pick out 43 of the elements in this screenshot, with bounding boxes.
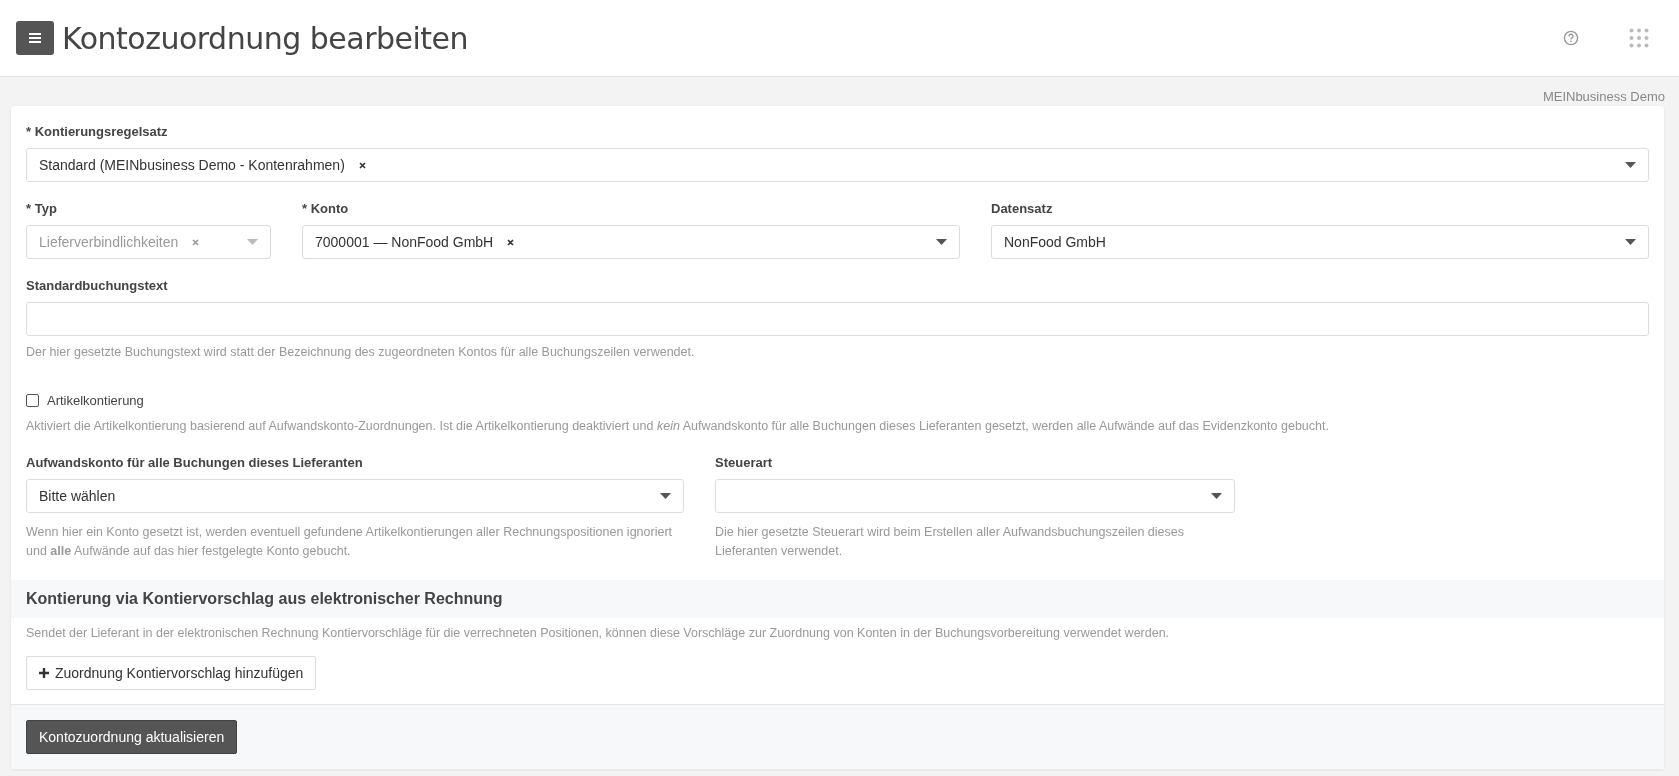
caret-icon bbox=[936, 239, 947, 245]
field-label: Aufwandskonto für alle Buchungen dieses Lieferanten bbox=[26, 455, 364, 470]
help-text: Der hier gesetzte Buchungstext wird statt der Bezeichnung des zugeordneten Kontos für alle Buchungszeilen verwendet. bbox=[26, 344, 696, 361]
caret-icon bbox=[247, 239, 258, 245]
company-name: MEINbusiness Demo bbox=[1542, 89, 1665, 104]
caret-icon bbox=[1625, 162, 1636, 168]
page-title: Kontozuordnung bearbeiten bbox=[62, 20, 469, 56]
field-label: Datensatz bbox=[991, 201, 1054, 216]
select-field[interactable]: Bitte wählen bbox=[26, 479, 684, 513]
help-text: Wenn hier ein Konto gesetzt ist, werden eventuell gefundene Artikelkontierungen aller Rechnungspositionen ignoriert und alle Aufwände auf das hier festgelegte Konto gebucht. bbox=[26, 524, 673, 560]
select-field[interactable]: Standard (MEINbusiness Demo - Kontenrahmen) bbox=[26, 148, 1649, 182]
clear-icon[interactable] bbox=[507, 238, 515, 246]
caret-icon bbox=[1211, 493, 1222, 499]
select-field[interactable] bbox=[715, 479, 1235, 513]
update-button[interactable]: Kontozuordnung aktualisieren bbox=[26, 720, 238, 754]
apps-grid-icon[interactable] bbox=[1629, 28, 1649, 48]
plus-icon bbox=[39, 668, 49, 678]
help-text: Aktiviert die Artikelkontierung basierend auf Aufwandskonto-Zuordnungen. Ist die Artikelkontierung deaktiviert und kein Aufwandskonto für alle Buchungen dieses Lieferanten gesetzt, werden alle Aufwände auf das Evidenzkonto gebucht. bbox=[26, 418, 1330, 435]
help-text: Die hier gesetzte Steuerart wird beim Erstellen aller Aufwandsbuchungszeilen dieses Lieferanten verwendet. bbox=[715, 524, 1185, 560]
menu-button[interactable] bbox=[16, 21, 54, 55]
select-value: Standard (MEINbusiness Demo - Kontenrahmen) bbox=[39, 157, 345, 173]
field-label: Steuerart bbox=[715, 455, 774, 470]
menu-icon bbox=[29, 33, 41, 43]
select-value: Lieferverbindlichkeiten bbox=[39, 234, 179, 250]
field-label: Standardbuchungstext bbox=[26, 278, 169, 293]
section-title: Kontierung via Kontiervorschlag aus elektronischer Rechnung bbox=[26, 590, 504, 608]
field-label: * Typ bbox=[26, 201, 58, 216]
help-text: Sendet der Lieferant in der elektronischen Rechnung Kontiervorschläge für die verrechneten Positionen, können diese Vorschläge zur Zuordnung von Konten in der Buchungsvorbereitung verwendet werden. bbox=[26, 625, 1171, 642]
caret-icon bbox=[660, 493, 671, 499]
select-value: 7000001 — NonFood GmbH bbox=[315, 234, 494, 250]
select-value: NonFood GmbH bbox=[1004, 234, 1106, 250]
checkbox[interactable] bbox=[26, 394, 39, 407]
checkbox-label: Artikelkontierung bbox=[47, 393, 144, 408]
select-value: Bitte wählen bbox=[39, 488, 116, 504]
select-field[interactable]: NonFood GmbH bbox=[991, 225, 1649, 259]
help-icon[interactable] bbox=[1563, 30, 1579, 46]
field-label: * Konto bbox=[302, 201, 350, 216]
clear-icon[interactable] bbox=[358, 161, 366, 169]
caret-icon bbox=[1625, 239, 1636, 245]
field-label: * Kontierungsregelsatz bbox=[26, 124, 169, 139]
select-field[interactable]: 7000001 — NonFood GmbH bbox=[302, 225, 960, 259]
add-assignment-button[interactable]: Zuordnung Kontiervorschlag hinzufügen bbox=[26, 656, 317, 690]
text-field[interactable] bbox=[26, 302, 1649, 336]
